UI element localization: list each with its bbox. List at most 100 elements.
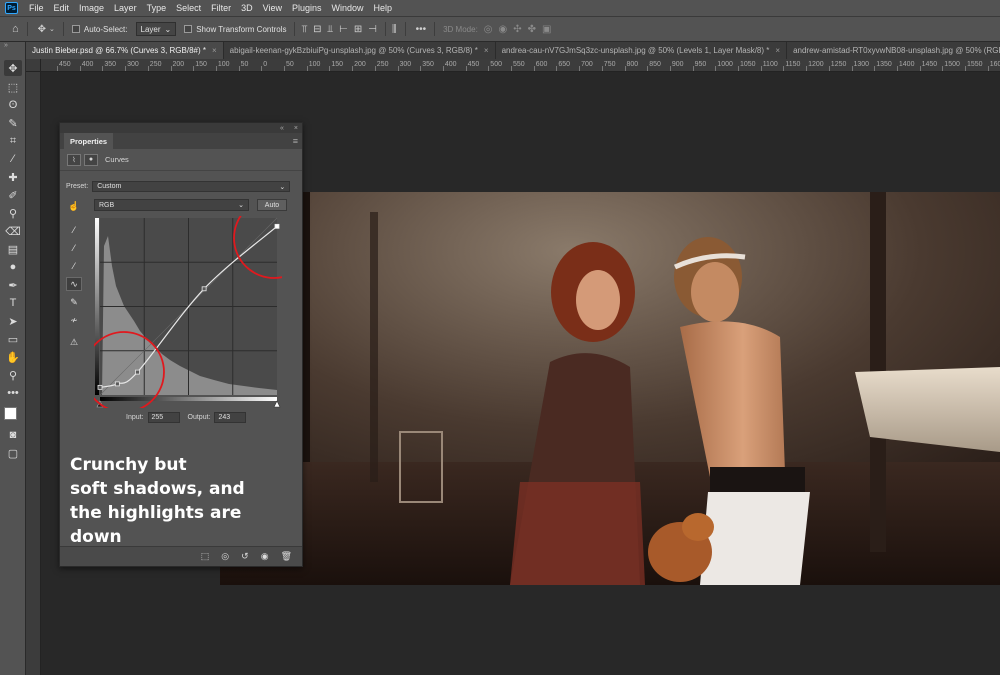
menu-edit[interactable]: Edit xyxy=(49,3,75,13)
3d-orbit-icon[interactable]: ◎ xyxy=(484,24,493,35)
reset-icon[interactable]: ↺ xyxy=(241,551,249,562)
move-tool-icon[interactable]: ✥ xyxy=(38,24,46,35)
brush-tool-icon[interactable]: ✐ xyxy=(4,187,22,203)
screen-mode-icon[interactable]: ▢ xyxy=(4,445,22,461)
white-point-eyedropper-icon[interactable]: ⁄ xyxy=(66,259,82,273)
more-tools-icon[interactable]: ••• xyxy=(4,385,22,401)
menu-view[interactable]: View xyxy=(258,3,287,13)
dodge-tool-icon[interactable]: ● xyxy=(4,259,22,275)
curve-control-point[interactable] xyxy=(274,223,280,229)
draw-curve-icon[interactable]: ✎ xyxy=(66,295,82,309)
curve-control-point[interactable] xyxy=(135,369,140,375)
menu-layer[interactable]: Layer xyxy=(109,3,142,13)
curves-adjustment-icon[interactable]: ⌇ xyxy=(67,153,81,166)
menu-window[interactable]: Window xyxy=(327,3,369,13)
auto-select-option[interactable]: Auto-Select: xyxy=(71,25,128,34)
panel-menu-icon[interactable]: ≡ xyxy=(293,136,298,146)
align-center-icon[interactable]: ⊞ xyxy=(354,24,362,35)
eyedropper-tool-icon[interactable]: ⁄ xyxy=(4,151,22,167)
menu-filter[interactable]: Filter xyxy=(206,3,236,13)
black-point-eyedropper-icon[interactable]: ⁄ xyxy=(66,223,82,237)
show-transform-checkbox[interactable] xyxy=(184,25,193,33)
home-icon[interactable]: ⌂ xyxy=(12,23,19,35)
view-previous-icon[interactable]: ◎ xyxy=(221,551,229,562)
move-tool-icon[interactable]: ✥ xyxy=(4,60,22,76)
3d-scale-icon[interactable]: ▣ xyxy=(542,24,551,35)
close-icon[interactable]: × xyxy=(294,125,298,132)
distribute-icon[interactable]: ⫼ xyxy=(392,24,397,35)
gray-point-eyedropper-icon[interactable]: ⁄ xyxy=(66,241,82,255)
on-image-adjust-icon[interactable]: ☝ xyxy=(66,199,82,213)
menu-plugins[interactable]: Plugins xyxy=(287,3,327,13)
document-tab[interactable]: andrew-amistad-RT0xyvwNB08-unsplash.jpg … xyxy=(787,42,1000,59)
clip-to-layer-icon[interactable]: ⬚ xyxy=(201,551,210,562)
align-right-icon[interactable]: ⊣ xyxy=(368,24,377,35)
3d-pan-icon[interactable]: ✣ xyxy=(513,24,521,35)
quick-select-tool-icon[interactable]: ✎ xyxy=(4,115,22,131)
lasso-tool-icon[interactable]: ʘ xyxy=(4,97,22,113)
healing-brush-icon[interactable]: ✚ xyxy=(4,169,22,185)
trash-icon[interactable]: 🗑 xyxy=(281,551,292,562)
align-middle-icon[interactable]: ⊟ xyxy=(313,24,321,35)
close-icon[interactable]: × xyxy=(484,46,489,55)
3d-slide-icon[interactable]: ✤ xyxy=(528,24,536,35)
curve-control-point[interactable] xyxy=(97,384,103,390)
menu-help[interactable]: Help xyxy=(369,3,398,13)
quick-mask-icon[interactable]: ◙ xyxy=(4,427,22,443)
curve-control-point[interactable] xyxy=(201,286,207,292)
document-image[interactable] xyxy=(220,192,1000,585)
hand-tool-icon[interactable]: ✋ xyxy=(4,349,22,365)
crop-tool-icon[interactable]: ⌗ xyxy=(4,133,22,149)
pen-tool-icon[interactable]: ✒ xyxy=(4,277,22,293)
menu-image[interactable]: Image xyxy=(74,3,109,13)
menu-type[interactable]: Type xyxy=(142,3,172,13)
preset-dropdown[interactable]: Custom ⌄ xyxy=(92,181,291,192)
menu-file[interactable]: File xyxy=(24,3,49,13)
document-tab-active[interactable]: Justin Bieber.psd @ 66.7% (Curves 3, RGB… xyxy=(26,42,224,59)
document-tab[interactable]: andrea-cau-nV7GJmSq3zc-unsplash.jpg @ 50… xyxy=(496,42,788,59)
show-transform-option[interactable]: Show Transform Controls xyxy=(184,25,286,34)
zoom-tool-icon[interactable]: ⚲ xyxy=(4,367,22,383)
channel-dropdown[interactable]: RGB ⌄ xyxy=(94,199,249,211)
shape-tool-icon[interactable]: ▭ xyxy=(4,331,22,347)
ruler-tick-label: 1050 xyxy=(740,61,756,68)
chevron-down-icon[interactable]: ⌄ xyxy=(49,25,55,33)
clipping-warning-icon[interactable]: ⚠ xyxy=(66,335,82,349)
output-field[interactable]: 243 xyxy=(214,412,247,423)
curve-control-point[interactable] xyxy=(114,381,120,387)
smooth-curve-icon[interactable]: ≁ xyxy=(66,313,82,327)
3d-roll-icon[interactable]: ◉ xyxy=(499,24,508,35)
menu-3d[interactable]: 3D xyxy=(236,3,258,13)
ruler-tick-label: 1500 xyxy=(944,61,960,68)
vertical-ruler xyxy=(26,72,41,675)
curves-graph[interactable] xyxy=(94,216,282,408)
gradient-tool-icon[interactable]: ▤ xyxy=(4,241,22,257)
align-bottom-icon[interactable]: ⫫ xyxy=(328,24,334,35)
close-icon[interactable]: × xyxy=(212,46,217,55)
input-field[interactable]: 255 xyxy=(147,412,180,423)
more-options-icon[interactable]: ••• xyxy=(416,24,427,35)
background-color-swatch[interactable] xyxy=(4,407,17,420)
menu-select[interactable]: Select xyxy=(171,3,206,13)
align-left-icon[interactable]: ⊢ xyxy=(339,24,348,35)
auto-select-target[interactable]: Layer ⌄ xyxy=(135,22,177,36)
marquee-tool-icon[interactable]: ⬚ xyxy=(4,79,22,95)
close-icon[interactable]: × xyxy=(775,46,780,55)
ruler-tick xyxy=(147,66,149,71)
visibility-icon[interactable]: ◉ xyxy=(261,551,269,562)
ruler-tick-label: 250 xyxy=(376,61,389,68)
document-tab[interactable]: abigail-keenan-gykBzbiuiPg-unsplash.jpg … xyxy=(224,42,496,59)
white-point-slider[interactable] xyxy=(273,400,281,408)
collapse-panel-icon[interactable]: « xyxy=(280,125,284,132)
layer-mask-icon[interactable]: ● xyxy=(84,153,98,166)
clone-stamp-icon[interactable]: ⚲ xyxy=(4,205,22,221)
collapse-icon[interactable]: » xyxy=(4,42,8,49)
auto-select-checkbox[interactable] xyxy=(71,25,80,33)
align-top-icon[interactable]: ⫪ xyxy=(301,24,307,35)
eraser-tool-icon[interactable]: ⌫ xyxy=(4,223,22,239)
edit-points-icon[interactable]: ∿ xyxy=(66,277,82,291)
path-select-icon[interactable]: ➤ xyxy=(4,313,22,329)
tab-properties[interactable]: Properties xyxy=(64,133,114,149)
type-tool-icon[interactable]: T xyxy=(4,295,22,311)
auto-button[interactable]: Auto xyxy=(257,199,287,211)
